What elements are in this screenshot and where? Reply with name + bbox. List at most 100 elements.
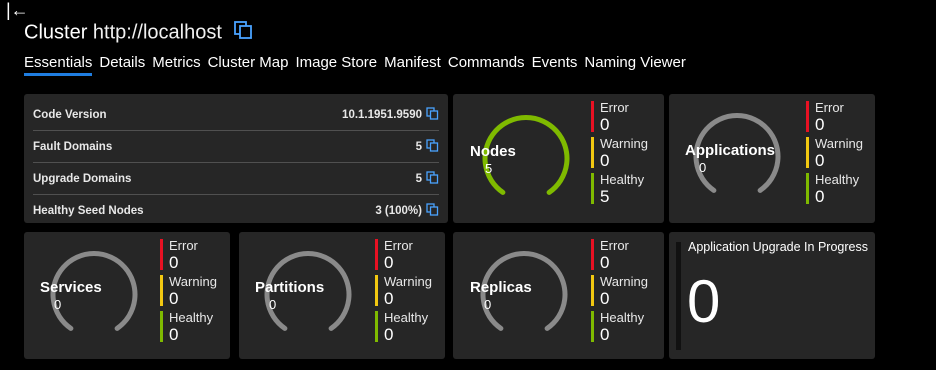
copy-icon[interactable] [426, 170, 439, 187]
applications-count: 0 [699, 160, 707, 175]
error-label: Error [600, 100, 629, 115]
tab-commands[interactable]: Commands [448, 54, 525, 76]
error-indicator [591, 239, 594, 270]
warning-label: Warning [815, 136, 863, 151]
warning-indicator [160, 275, 163, 306]
tab-metrics[interactable]: Metrics [152, 54, 200, 76]
nodes-error-stat: Error 0 [591, 101, 629, 134]
essentials-row-upgrade-domains: Upgrade Domains 5 [33, 163, 439, 195]
replicas-healthy-value: 0 [600, 325, 610, 344]
tab-details[interactable]: Details [99, 54, 145, 76]
copy-icon[interactable] [426, 202, 439, 219]
essentials-row-code-version: Code Version 10.1.1951.9590 [33, 99, 439, 131]
upgrade-indicator [676, 242, 681, 350]
partitions-healthy-stat: Healthy 0 [375, 311, 428, 344]
tab-cluster-map[interactable]: Cluster Map [208, 54, 289, 76]
healthy-label: Healthy [600, 172, 645, 187]
healthy-label: Healthy [815, 172, 860, 187]
error-label: Error [815, 100, 844, 115]
replicas-card[interactable]: Replicas 0 Error 0 Warning 0 Healthy 0 [453, 232, 664, 359]
upgrade-domains-value: 5 [415, 172, 422, 185]
warning-label: Warning [600, 136, 648, 151]
healthy-seed-nodes-value: 3 (100%) [375, 204, 422, 217]
tab-manifest[interactable]: Manifest [384, 54, 441, 76]
healthy-indicator [591, 173, 594, 204]
healthy-indicator [806, 173, 809, 204]
warning-indicator [591, 275, 594, 306]
services-warning-stat: Warning 0 [160, 275, 217, 308]
upgrade-domains-label: Upgrade Domains [33, 172, 132, 185]
replicas-error-stat: Error 0 [591, 239, 629, 272]
applications-error-value: 0 [815, 115, 825, 134]
healthy-label: Healthy [169, 310, 214, 325]
applications-warning-stat: Warning 0 [806, 137, 863, 170]
services-healthy-value: 0 [169, 325, 179, 344]
essentials-card: Code Version 10.1.1951.9590 Fault Domain… [24, 94, 448, 223]
partitions-healthy-value: 0 [384, 325, 394, 344]
copy-icon[interactable] [233, 20, 253, 46]
warning-indicator [375, 275, 378, 306]
page-title: Cluster http://localhost [24, 20, 253, 46]
error-indicator [806, 101, 809, 132]
nodes-warning-stat: Warning 0 [591, 137, 648, 170]
error-label: Error [600, 238, 629, 253]
nodes-error-value: 0 [600, 115, 610, 134]
copy-icon[interactable] [426, 138, 439, 155]
tab-events[interactable]: Events [532, 54, 578, 76]
services-title: Services [40, 279, 102, 296]
applications-warning-value: 0 [815, 151, 825, 170]
tab-naming-viewer[interactable]: Naming Viewer [584, 54, 685, 76]
warning-indicator [591, 137, 594, 168]
error-label: Error [169, 238, 198, 253]
healthy-label: Healthy [384, 310, 429, 325]
applications-title: Applications [685, 142, 776, 159]
healthy-indicator [375, 311, 378, 342]
warning-indicator [806, 137, 809, 168]
services-card[interactable]: Services 0 Error 0 Warning 0 Healthy 0 [24, 232, 230, 359]
error-indicator [160, 239, 163, 270]
collapse-sidebar-icon[interactable]: |← [6, 0, 29, 20]
partitions-card[interactable]: Partitions 0 Error 0 Warning 0 Healthy 0 [239, 232, 445, 359]
nodes-warning-value: 0 [600, 151, 610, 170]
essentials-row-healthy-seed-nodes: Healthy Seed Nodes 3 (100%) [33, 195, 439, 226]
copy-icon[interactable] [426, 106, 439, 123]
replicas-warning-stat: Warning 0 [591, 275, 648, 308]
services-error-value: 0 [169, 253, 179, 272]
nodes-title: Nodes [470, 143, 516, 160]
upgrade-count: 0 [687, 268, 721, 335]
replicas-count: 0 [484, 297, 492, 312]
cluster-url: http://localhost [92, 21, 222, 44]
partitions-warning-value: 0 [384, 289, 394, 308]
essentials-row-fault-domains: Fault Domains 5 [33, 131, 439, 163]
applications-card[interactable]: Applications 0 Error 0 Warning 0 Healthy… [669, 94, 875, 223]
nodes-card[interactable]: Nodes 5 Error 0 Warning 0 Healthy 5 [453, 94, 664, 223]
partitions-error-value: 0 [384, 253, 394, 272]
applications-error-stat: Error 0 [806, 101, 844, 134]
applications-healthy-value: 0 [815, 187, 825, 206]
error-indicator [591, 101, 594, 132]
upgrade-card[interactable]: Application Upgrade In Progress 0 [669, 232, 875, 359]
fault-domains-label: Fault Domains [33, 140, 113, 153]
replicas-warning-value: 0 [600, 289, 610, 308]
partitions-error-stat: Error 0 [375, 239, 413, 272]
services-error-stat: Error 0 [160, 239, 198, 272]
code-version-label: Code Version [33, 108, 107, 121]
tab-image-store[interactable]: Image Store [295, 54, 377, 76]
warning-label: Warning [384, 274, 432, 289]
services-warning-value: 0 [169, 289, 179, 308]
tab-essentials[interactable]: Essentials [24, 54, 93, 76]
replicas-error-value: 0 [600, 253, 610, 272]
services-healthy-stat: Healthy 0 [160, 311, 213, 344]
services-count: 0 [54, 297, 62, 312]
replicas-title: Replicas [470, 279, 532, 296]
healthy-seed-nodes-label: Healthy Seed Nodes [33, 204, 144, 217]
warning-label: Warning [600, 274, 648, 289]
partitions-title: Partitions [255, 279, 325, 296]
applications-healthy-stat: Healthy 0 [806, 173, 859, 206]
tab-bar: Essentials Details Metrics Cluster Map I… [24, 54, 693, 76]
healthy-indicator [160, 311, 163, 342]
warning-label: Warning [169, 274, 217, 289]
code-version-value: 10.1.1951.9590 [342, 108, 422, 121]
page-title-label: Cluster [24, 21, 88, 44]
error-indicator [375, 239, 378, 270]
